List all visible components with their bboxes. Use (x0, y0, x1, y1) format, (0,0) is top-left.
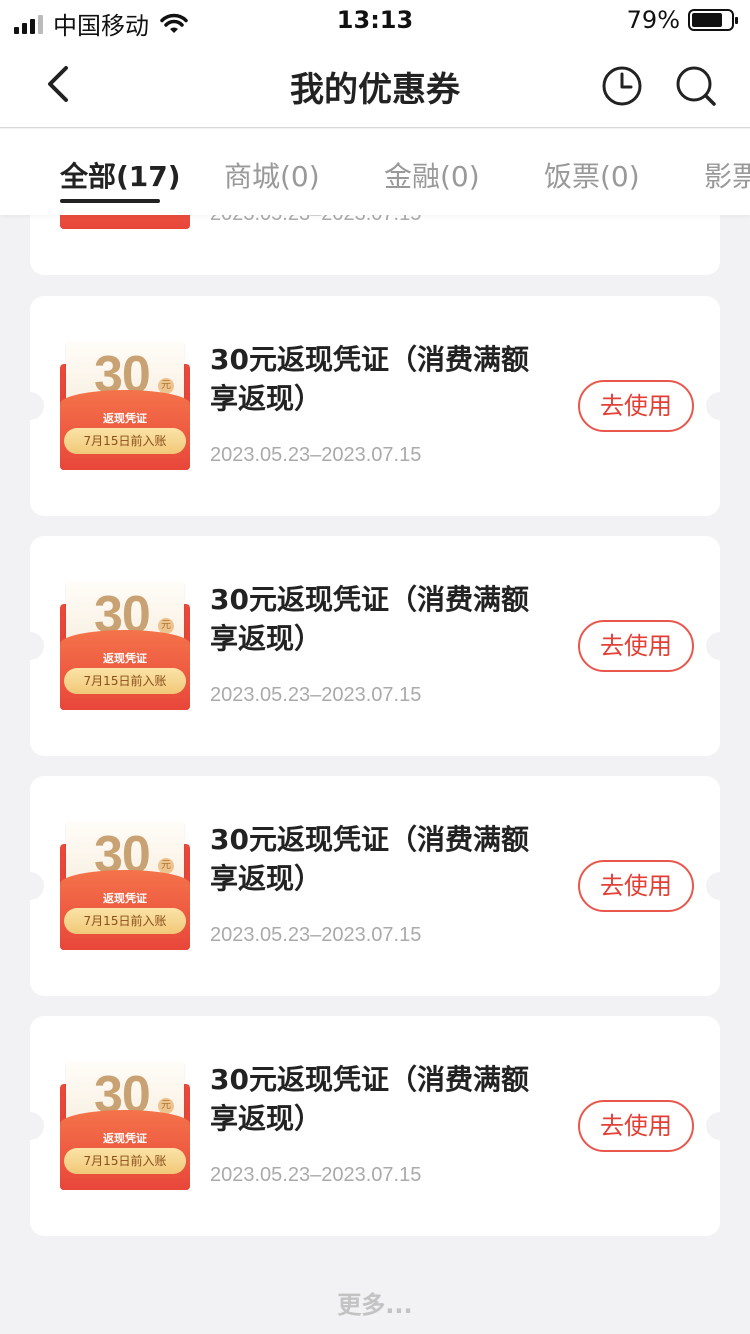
active-tab-indicator (60, 199, 160, 203)
search-icon (676, 66, 716, 106)
search-button[interactable] (674, 64, 718, 108)
coupon-date-range: 2023.05.23–2023.07.15 (210, 444, 422, 466)
coupon-title: 30元返现凭证（消费满额享返现） (210, 343, 529, 415)
tab-movie-ticket[interactable]: 影票 (704, 155, 750, 195)
coupon-card: 30 元 返现凭证 7月15日前入账 30元返现凭证（消费满额享返现） 2023… (16, 536, 734, 756)
coupon-card: 30 元 返现凭证 7月15日前入账 30元返现凭证（消费满额享返现） 2023… (16, 296, 734, 516)
tab-meal-ticket[interactable]: 饭票(0) (544, 155, 640, 195)
coupon-list[interactable]: 2023.05.23–2023.07.15 30 元 返现凭证 7月15日前入账… (0, 215, 750, 1334)
use-coupon-button[interactable]: 去使用 (578, 1100, 694, 1152)
coupon-date-range: 2023.05.23–2023.07.15 (210, 684, 422, 706)
voucher-note: 7月15日前入账 (64, 428, 186, 454)
use-coupon-button[interactable]: 去使用 (578, 380, 694, 432)
coupon-title: 30元返现凭证（消费满额享返现） (210, 583, 529, 655)
voucher-label: 返现凭证 (103, 652, 147, 665)
voucher-note: 7月15日前入账 (64, 1148, 186, 1174)
status-right: 79% (626, 6, 738, 34)
voucher-image: 30 元 返现凭证 7月15日前入账 (60, 822, 190, 950)
voucher-image: 30 元 返现凭证 7月15日前入账 (60, 342, 190, 470)
history-button[interactable] (600, 64, 644, 108)
voucher-note: 7月15日前入账 (64, 908, 186, 934)
voucher-image: 30 元 返现凭证 7月15日前入账 (60, 582, 190, 710)
coupon-title: 30元返现凭证（消费满额享返现） (210, 1063, 529, 1135)
tab-mall[interactable]: 商城(0) (224, 155, 320, 195)
battery-icon (688, 9, 738, 31)
nav-bar: 我的优惠券 (0, 40, 750, 128)
category-tabs: 全部(17) 商城(0) 金融(0) 饭票(0) 影票 (0, 129, 750, 215)
coupon-title: 30元返现凭证（消费满额享返现） (210, 823, 529, 895)
voucher-image: 30 元 返现凭证 7月15日前入账 (60, 1062, 190, 1190)
load-more-link[interactable]: 更多... (0, 1285, 750, 1320)
battery-percent: 79% (626, 6, 680, 34)
status-bar: 中国移动 13:13 79% (0, 0, 750, 40)
use-coupon-button[interactable]: 去使用 (578, 860, 694, 912)
coupon-card: 30 元 返现凭证 7月15日前入账 30元返现凭证（消费满额享返现） 2023… (16, 1016, 734, 1236)
tab-finance[interactable]: 金融(0) (384, 155, 480, 195)
battery-fill (692, 13, 723, 27)
coupon-date-range: 2023.05.23–2023.07.15 (210, 924, 422, 946)
tab-all[interactable]: 全部(17) (60, 155, 181, 195)
coupon-card: 30 元 返现凭证 7月15日前入账 30元返现凭证（消费满额享返现） 2023… (16, 776, 734, 996)
use-coupon-button[interactable]: 去使用 (578, 620, 694, 672)
voucher-label: 返现凭证 (103, 892, 147, 905)
voucher-label: 返现凭证 (103, 412, 147, 425)
clock-icon (602, 66, 642, 106)
voucher-note: 7月15日前入账 (64, 668, 186, 694)
voucher-image (60, 215, 190, 229)
coupon-date-range: 2023.05.23–2023.07.15 (210, 1164, 422, 1186)
voucher-label: 返现凭证 (103, 1132, 147, 1145)
coupon-date-range: 2023.05.23–2023.07.15 (210, 215, 421, 226)
coupon-card-partial: 2023.05.23–2023.07.15 (30, 215, 720, 275)
